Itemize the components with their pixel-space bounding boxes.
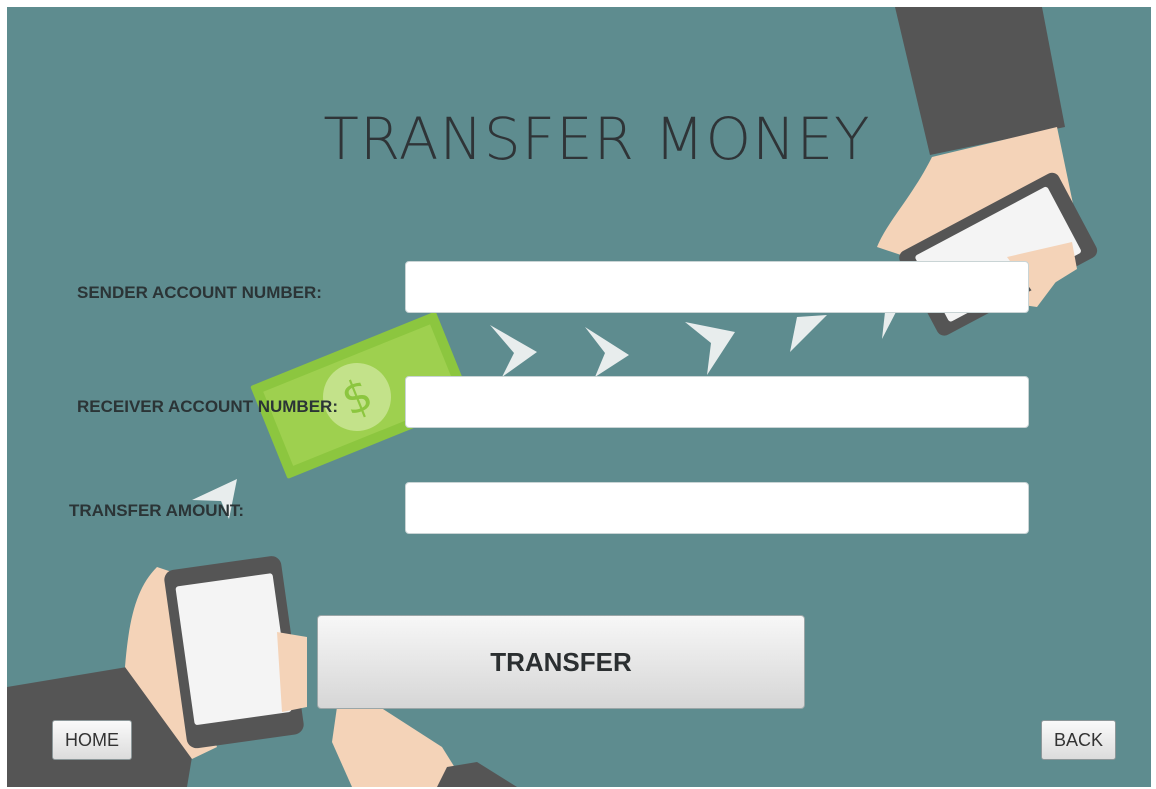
receiver-account-input[interactable] bbox=[405, 376, 1029, 428]
home-button[interactable]: HOME bbox=[52, 720, 132, 760]
receiver-account-label: RECEIVER ACCOUNT NUMBER: bbox=[77, 397, 338, 416]
app-window: $ TRANSFER MONEY SENDER ACCOUNT NUMBER: … bbox=[7, 7, 1151, 787]
page-title: TRANSFER MONEY bbox=[323, 105, 871, 173]
transfer-amount-label: TRANSFER AMOUNT: bbox=[69, 501, 245, 520]
transfer-button[interactable]: TRANSFER bbox=[317, 615, 805, 709]
svg-text:$: $ bbox=[335, 369, 380, 427]
sender-account-input[interactable] bbox=[405, 261, 1029, 313]
back-button[interactable]: BACK bbox=[1041, 720, 1117, 760]
transfer-amount-input[interactable] bbox=[405, 482, 1029, 534]
sender-account-label: SENDER ACCOUNT NUMBER: bbox=[77, 283, 322, 302]
